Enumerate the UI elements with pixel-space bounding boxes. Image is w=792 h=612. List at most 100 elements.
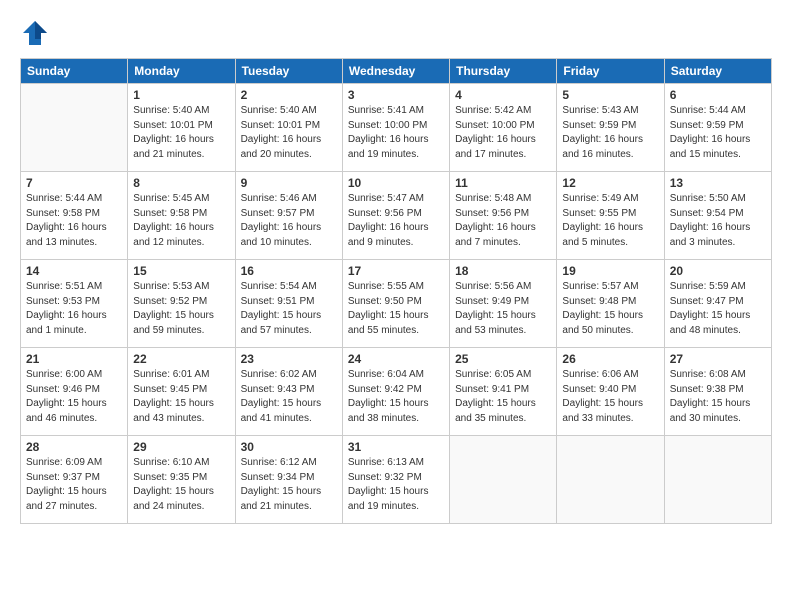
calendar-cell: 6 Sunrise: 5:44 AM Sunset: 9:59 PM Daylig… (664, 84, 771, 172)
calendar-week-row: 1 Sunrise: 5:40 AM Sunset: 10:01 PM Dayli… (21, 84, 772, 172)
day-info: Sunrise: 6:00 AM Sunset: 9:46 PM Dayligh… (26, 368, 122, 426)
calendar-week-row: 21 Sunrise: 6:00 AM Sunset: 9:46 PM Dayli… (21, 348, 772, 436)
calendar-cell: 8 Sunrise: 5:45 AM Sunset: 9:58 PM Daylig… (128, 172, 235, 260)
day-info: Sunrise: 6:04 AM Sunset: 9:42 PM Dayligh… (348, 368, 444, 426)
day-number: 21 (26, 352, 122, 366)
day-number: 17 (348, 264, 444, 278)
main-container: SundayMondayTuesdayWednesdayThursdayFrid… (0, 0, 792, 534)
day-info: Sunrise: 5:42 AM Sunset: 10:00 PM Daylig… (455, 104, 551, 162)
day-number: 23 (241, 352, 337, 366)
day-info: Sunrise: 5:46 AM Sunset: 9:57 PM Dayligh… (241, 192, 337, 250)
day-number: 30 (241, 440, 337, 454)
calendar-week-row: 14Sunrise: 5:51 AM Sunset: 9:53 PM Dayli… (21, 260, 772, 348)
calendar-cell: 28 Sunrise: 6:09 AM Sunset: 9:37 PM Dayli… (21, 436, 128, 524)
weekday-header-wednesday: Wednesday (342, 59, 449, 84)
day-info: Sunrise: 6:10 AM Sunset: 9:35 PM Dayligh… (133, 456, 229, 514)
day-info: Sunrise: 5:57 AM Sunset: 9:48 PM Dayligh… (562, 280, 658, 338)
weekday-header-sunday: Sunday (21, 59, 128, 84)
day-info: Sunrise: 6:02 AM Sunset: 9:43 PM Dayligh… (241, 368, 337, 426)
day-number: 5 (562, 88, 658, 102)
day-number: 1 (133, 88, 229, 102)
day-info: Sunrise: 5:45 AM Sunset: 9:58 PM Dayligh… (133, 192, 229, 250)
day-info: Sunrise: 5:43 AM Sunset: 9:59 PM Dayligh… (562, 104, 658, 162)
calendar-cell: 12 Sunrise: 5:49 AM Sunset: 9:55 PM Dayli… (557, 172, 664, 260)
day-number: 2 (241, 88, 337, 102)
calendar-cell: 18Sunrise: 5:56 AM Sunset: 9:49 PM Dayli… (450, 260, 557, 348)
day-number: 7 (26, 176, 122, 190)
calendar-cell (21, 84, 128, 172)
day-info: Sunrise: 6:06 AM Sunset: 9:40 PM Dayligh… (562, 368, 658, 426)
calendar-cell: 25 Sunrise: 6:05 AM Sunset: 9:41 PM Dayli… (450, 348, 557, 436)
calendar-cell (557, 436, 664, 524)
calendar-cell: 23 Sunrise: 6:02 AM Sunset: 9:43 PM Dayli… (235, 348, 342, 436)
calendar-cell: 22 Sunrise: 6:01 AM Sunset: 9:45 PM Dayli… (128, 348, 235, 436)
calendar-cell: 21 Sunrise: 6:00 AM Sunset: 9:46 PM Dayli… (21, 348, 128, 436)
day-info: Sunrise: 6:05 AM Sunset: 9:41 PM Dayligh… (455, 368, 551, 426)
day-info: Sunrise: 5:50 AM Sunset: 9:54 PM Dayligh… (670, 192, 766, 250)
calendar-cell: 4 Sunrise: 5:42 AM Sunset: 10:00 PM Dayli… (450, 84, 557, 172)
calendar-cell: 29 Sunrise: 6:10 AM Sunset: 9:35 PM Dayli… (128, 436, 235, 524)
calendar-cell (450, 436, 557, 524)
calendar-cell: 17 Sunrise: 5:55 AM Sunset: 9:50 PM Dayli… (342, 260, 449, 348)
day-number: 14 (26, 264, 122, 278)
day-number: 8 (133, 176, 229, 190)
weekday-header-saturday: Saturday (664, 59, 771, 84)
calendar-cell: 13 Sunrise: 5:50 AM Sunset: 9:54 PM Dayli… (664, 172, 771, 260)
calendar-cell: 10Sunrise: 5:47 AM Sunset: 9:56 PM Dayli… (342, 172, 449, 260)
day-number: 4 (455, 88, 551, 102)
calendar-cell: 11Sunrise: 5:48 AM Sunset: 9:56 PM Dayli… (450, 172, 557, 260)
calendar-cell: 24 Sunrise: 6:04 AM Sunset: 9:42 PM Dayli… (342, 348, 449, 436)
day-number: 27 (670, 352, 766, 366)
calendar-cell: 30 Sunrise: 6:12 AM Sunset: 9:34 PM Dayli… (235, 436, 342, 524)
calendar-cell: 3Sunrise: 5:41 AM Sunset: 10:00 PM Dayli… (342, 84, 449, 172)
day-info: Sunrise: 5:47 AM Sunset: 9:56 PM Dayligh… (348, 192, 444, 250)
day-info: Sunrise: 5:49 AM Sunset: 9:55 PM Dayligh… (562, 192, 658, 250)
day-number: 12 (562, 176, 658, 190)
day-info: Sunrise: 6:01 AM Sunset: 9:45 PM Dayligh… (133, 368, 229, 426)
day-info: Sunrise: 6:13 AM Sunset: 9:32 PM Dayligh… (348, 456, 444, 514)
calendar-cell (664, 436, 771, 524)
calendar-week-row: 28 Sunrise: 6:09 AM Sunset: 9:37 PM Dayli… (21, 436, 772, 524)
header-row (20, 18, 772, 48)
day-number: 28 (26, 440, 122, 454)
day-info: Sunrise: 5:54 AM Sunset: 9:51 PM Dayligh… (241, 280, 337, 338)
calendar-cell: 26 Sunrise: 6:06 AM Sunset: 9:40 PM Dayli… (557, 348, 664, 436)
logo (20, 18, 52, 48)
calendar-cell: 27 Sunrise: 6:08 AM Sunset: 9:38 PM Dayli… (664, 348, 771, 436)
calendar-cell: 5 Sunrise: 5:43 AM Sunset: 9:59 PM Daylig… (557, 84, 664, 172)
day-info: Sunrise: 6:08 AM Sunset: 9:38 PM Dayligh… (670, 368, 766, 426)
day-info: Sunrise: 5:48 AM Sunset: 9:56 PM Dayligh… (455, 192, 551, 250)
calendar-cell: 14Sunrise: 5:51 AM Sunset: 9:53 PM Dayli… (21, 260, 128, 348)
day-number: 26 (562, 352, 658, 366)
calendar-cell: 2 Sunrise: 5:40 AM Sunset: 10:01 PM Dayli… (235, 84, 342, 172)
calendar-cell: 1 Sunrise: 5:40 AM Sunset: 10:01 PM Dayli… (128, 84, 235, 172)
day-number: 22 (133, 352, 229, 366)
day-number: 19 (562, 264, 658, 278)
day-info: Sunrise: 6:12 AM Sunset: 9:34 PM Dayligh… (241, 456, 337, 514)
day-number: 13 (670, 176, 766, 190)
calendar-week-row: 7Sunrise: 5:44 AM Sunset: 9:58 PM Daylig… (21, 172, 772, 260)
day-number: 9 (241, 176, 337, 190)
day-info: Sunrise: 5:44 AM Sunset: 9:59 PM Dayligh… (670, 104, 766, 162)
day-info: Sunrise: 5:40 AM Sunset: 10:01 PM Daylig… (241, 104, 337, 162)
day-info: Sunrise: 5:59 AM Sunset: 9:47 PM Dayligh… (670, 280, 766, 338)
day-info: Sunrise: 5:55 AM Sunset: 9:50 PM Dayligh… (348, 280, 444, 338)
day-number: 25 (455, 352, 551, 366)
day-info: Sunrise: 5:40 AM Sunset: 10:01 PM Daylig… (133, 104, 229, 162)
day-info: Sunrise: 5:53 AM Sunset: 9:52 PM Dayligh… (133, 280, 229, 338)
day-number: 29 (133, 440, 229, 454)
day-info: Sunrise: 5:41 AM Sunset: 10:00 PM Daylig… (348, 104, 444, 162)
day-number: 16 (241, 264, 337, 278)
day-number: 31 (348, 440, 444, 454)
calendar-cell: 16 Sunrise: 5:54 AM Sunset: 9:51 PM Dayli… (235, 260, 342, 348)
calendar-cell: 31 Sunrise: 6:13 AM Sunset: 9:32 PM Dayli… (342, 436, 449, 524)
day-number: 6 (670, 88, 766, 102)
weekday-header-friday: Friday (557, 59, 664, 84)
day-info: Sunrise: 6:09 AM Sunset: 9:37 PM Dayligh… (26, 456, 122, 514)
weekday-header-monday: Monday (128, 59, 235, 84)
logo-icon (20, 18, 50, 48)
weekday-header-tuesday: Tuesday (235, 59, 342, 84)
calendar-cell: 15Sunrise: 5:53 AM Sunset: 9:52 PM Dayli… (128, 260, 235, 348)
day-number: 24 (348, 352, 444, 366)
weekday-header-row: SundayMondayTuesdayWednesdayThursdayFrid… (21, 59, 772, 84)
